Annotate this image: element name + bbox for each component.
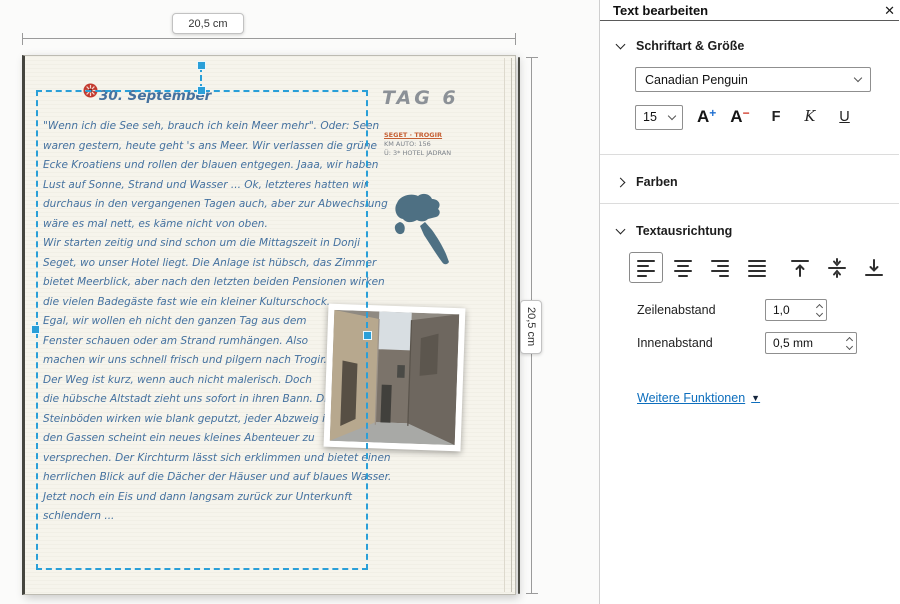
padding-label: Innenabstand <box>637 336 765 350</box>
panel-title: Text bearbeiten <box>613 3 708 18</box>
align-bottom-button[interactable] <box>857 252 891 283</box>
chevron-down-icon <box>616 40 626 50</box>
padding-input[interactable]: 0,5 mm <box>765 332 857 354</box>
more-functions-link[interactable]: Weitere Funktionen ▼ <box>637 391 760 405</box>
note-route: SEGET · TROGIR <box>384 131 451 140</box>
chevron-down-icon <box>816 309 823 316</box>
chevron-down-icon <box>854 74 862 82</box>
section-colors-label: Farben <box>636 175 678 189</box>
page-canvas: 20,5 cm 20,5 cm 30. September "Wenn ich … <box>0 0 600 604</box>
chevron-down-icon <box>616 225 626 235</box>
align-right-button[interactable] <box>703 252 737 283</box>
font-tools-row: 15 A+ A− F K U <box>635 104 899 130</box>
increase-font-size-button[interactable]: A+ <box>697 107 716 127</box>
font-size-value: 15 <box>643 110 657 124</box>
line-spacing-input[interactable]: 1,0 <box>765 299 827 321</box>
align-justify-button[interactable] <box>740 252 774 283</box>
resize-handle-top[interactable] <box>197 86 206 95</box>
font-size-select[interactable]: 15 <box>635 105 683 130</box>
section-font-size[interactable]: Schriftart & Größe <box>617 39 899 53</box>
resize-handle-left[interactable] <box>31 325 40 334</box>
line-spacing-label: Zeilenabstand <box>637 303 765 317</box>
underline-button[interactable]: U <box>839 109 849 125</box>
triangle-down-icon: ▼ <box>751 393 760 403</box>
day-notes: SEGET · TROGIR KM AUTO: 156 Ü: 3* HOTEL … <box>384 131 451 158</box>
spinner-arrows[interactable] <box>847 338 852 349</box>
section-alignment[interactable]: Textausrichtung <box>617 224 899 238</box>
chevron-right-icon <box>616 177 626 187</box>
rotate-handle[interactable] <box>197 61 206 70</box>
padding-row: Innenabstand 0,5 mm <box>637 332 899 354</box>
spinner-arrows[interactable] <box>817 305 822 316</box>
font-family-value: Canadian Penguin <box>645 73 748 87</box>
note-km: KM AUTO: 156 <box>384 140 451 149</box>
align-vertical-center-button[interactable] <box>820 252 854 283</box>
chevron-down-icon <box>668 111 676 119</box>
decrease-font-size-button[interactable]: A− <box>730 107 749 127</box>
day-title: TAG 6 <box>382 87 459 109</box>
close-icon[interactable]: ✕ <box>884 4 895 17</box>
text-edit-panel: Text bearbeiten ✕ Schriftart & Größe Can… <box>600 0 899 604</box>
divider <box>600 154 899 155</box>
line-spacing-value: 1,0 <box>773 303 790 317</box>
page-height-label: 20,5 cm <box>520 300 542 354</box>
croatia-map-icon <box>391 192 449 273</box>
page-width-label: 20,5 cm <box>172 13 244 34</box>
note-hotel: Ü: 3* HOTEL JADRAN <box>384 149 451 158</box>
line-spacing-row: Zeilenabstand 1,0 <box>637 299 899 321</box>
align-top-button[interactable] <box>783 252 817 283</box>
section-alignment-label: Textausrichtung <box>636 224 732 238</box>
more-functions-label: Weitere Funktionen <box>637 391 745 405</box>
photobook-editor: 20,5 cm 20,5 cm 30. September "Wenn ich … <box>0 0 900 604</box>
align-left-button[interactable] <box>629 252 663 283</box>
horizontal-ruler <box>22 38 516 39</box>
text-frame-selection[interactable] <box>36 90 368 570</box>
alignment-buttons <box>629 252 899 283</box>
bold-button[interactable]: F <box>772 109 781 125</box>
chevron-down-icon <box>846 342 853 349</box>
section-colors[interactable]: Farben <box>617 175 899 189</box>
align-center-button[interactable] <box>666 252 700 283</box>
panel-header: Text bearbeiten ✕ <box>600 0 899 21</box>
italic-button[interactable]: K <box>804 109 815 125</box>
section-font-size-label: Schriftart & Größe <box>636 39 744 53</box>
resize-handle-right[interactable] <box>363 331 372 340</box>
font-family-select[interactable]: Canadian Penguin <box>635 67 871 92</box>
padding-value: 0,5 mm <box>773 336 813 350</box>
divider <box>600 203 899 204</box>
